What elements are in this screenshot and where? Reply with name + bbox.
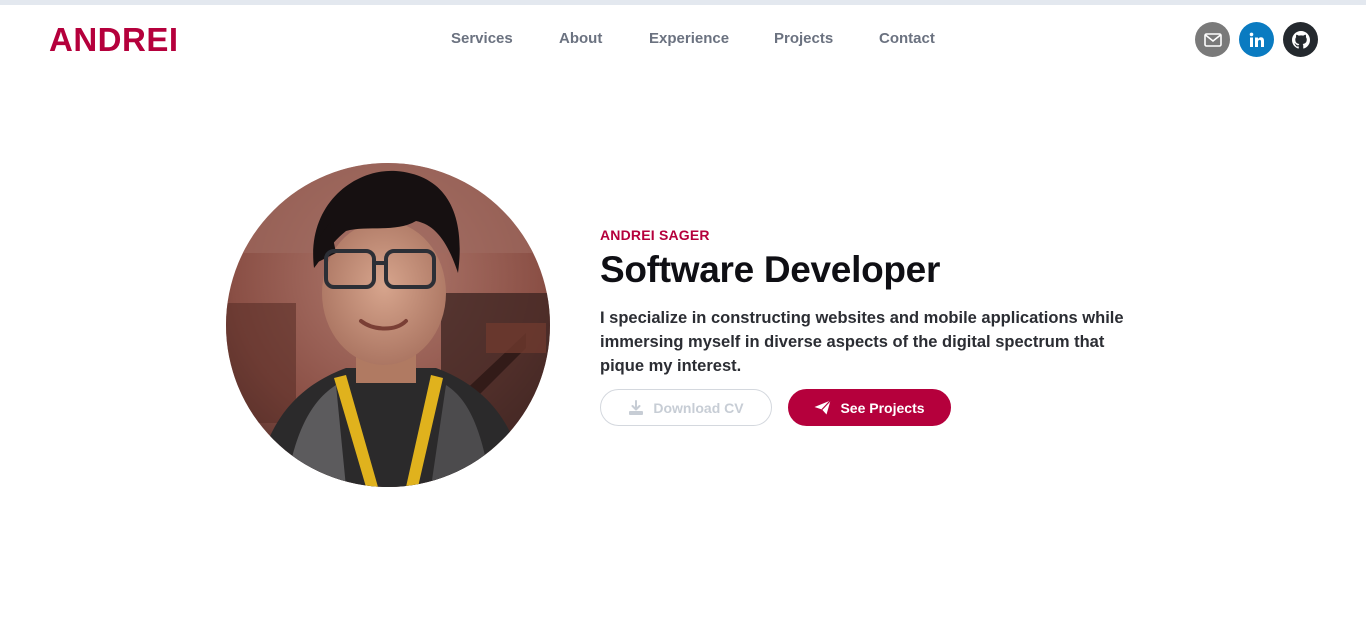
- send-icon: [814, 400, 832, 415]
- hero-title: Software Developer: [600, 249, 941, 290]
- nav-contact[interactable]: Contact: [879, 30, 935, 48]
- social-links: [1195, 22, 1318, 57]
- hero-name: ANDREI SAGER: [600, 227, 710, 243]
- see-projects-button[interactable]: See Projects: [788, 389, 951, 426]
- linkedin-button[interactable]: [1239, 22, 1274, 57]
- download-icon: [629, 399, 644, 415]
- mail-icon: [1203, 32, 1222, 47]
- github-button[interactable]: [1283, 22, 1318, 57]
- email-button[interactable]: [1195, 22, 1230, 57]
- main-nav: Services About Experience Projects Conta…: [0, 30, 1366, 50]
- linkedin-icon: [1249, 32, 1264, 47]
- profile-photo: [226, 163, 550, 487]
- nav-experience[interactable]: Experience: [649, 30, 729, 48]
- nav-services[interactable]: Services: [451, 30, 513, 48]
- see-projects-label: See Projects: [840, 399, 925, 416]
- hero-actions: Download CV See Projects: [600, 389, 951, 426]
- download-cv-label: Download CV: [653, 399, 744, 416]
- download-cv-button[interactable]: Download CV: [600, 389, 772, 426]
- hero-section: ANDREI SAGER Software Developer I specia…: [600, 226, 1140, 378]
- nav-about[interactable]: About: [559, 30, 602, 48]
- github-icon: [1291, 30, 1310, 49]
- hero-bio: I specialize in constructing websites an…: [600, 309, 1124, 375]
- nav-projects[interactable]: Projects: [774, 30, 833, 48]
- site-header: ANDREI Services About Experience Project…: [0, 5, 1366, 75]
